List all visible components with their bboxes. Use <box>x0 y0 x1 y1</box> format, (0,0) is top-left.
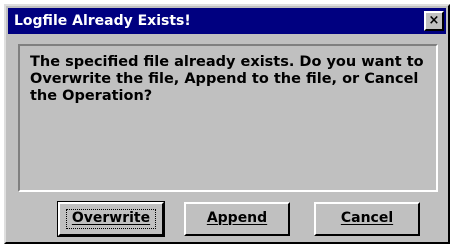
overwrite-button[interactable]: Overwrite <box>57 201 165 237</box>
close-icon: × <box>428 13 440 28</box>
dialog-title: Logfile Already Exists! <box>14 13 191 29</box>
append-button-label: Append <box>206 210 268 226</box>
cancel-button[interactable]: Cancel <box>314 202 420 236</box>
focus-indicator <box>66 209 156 229</box>
append-button[interactable]: Append <box>184 202 290 236</box>
cancel-button-label: Cancel <box>340 210 394 226</box>
logfile-exists-dialog: Logfile Already Exists! × The specified … <box>4 4 450 244</box>
message-text: The specified file already exists. Do yo… <box>30 54 424 104</box>
desktop-background: Logfile Already Exists! × The specified … <box>0 0 452 248</box>
message-panel: The specified file already exists. Do yo… <box>18 44 438 192</box>
close-button[interactable]: × <box>424 11 444 31</box>
title-bar[interactable]: Logfile Already Exists! × <box>8 8 446 34</box>
